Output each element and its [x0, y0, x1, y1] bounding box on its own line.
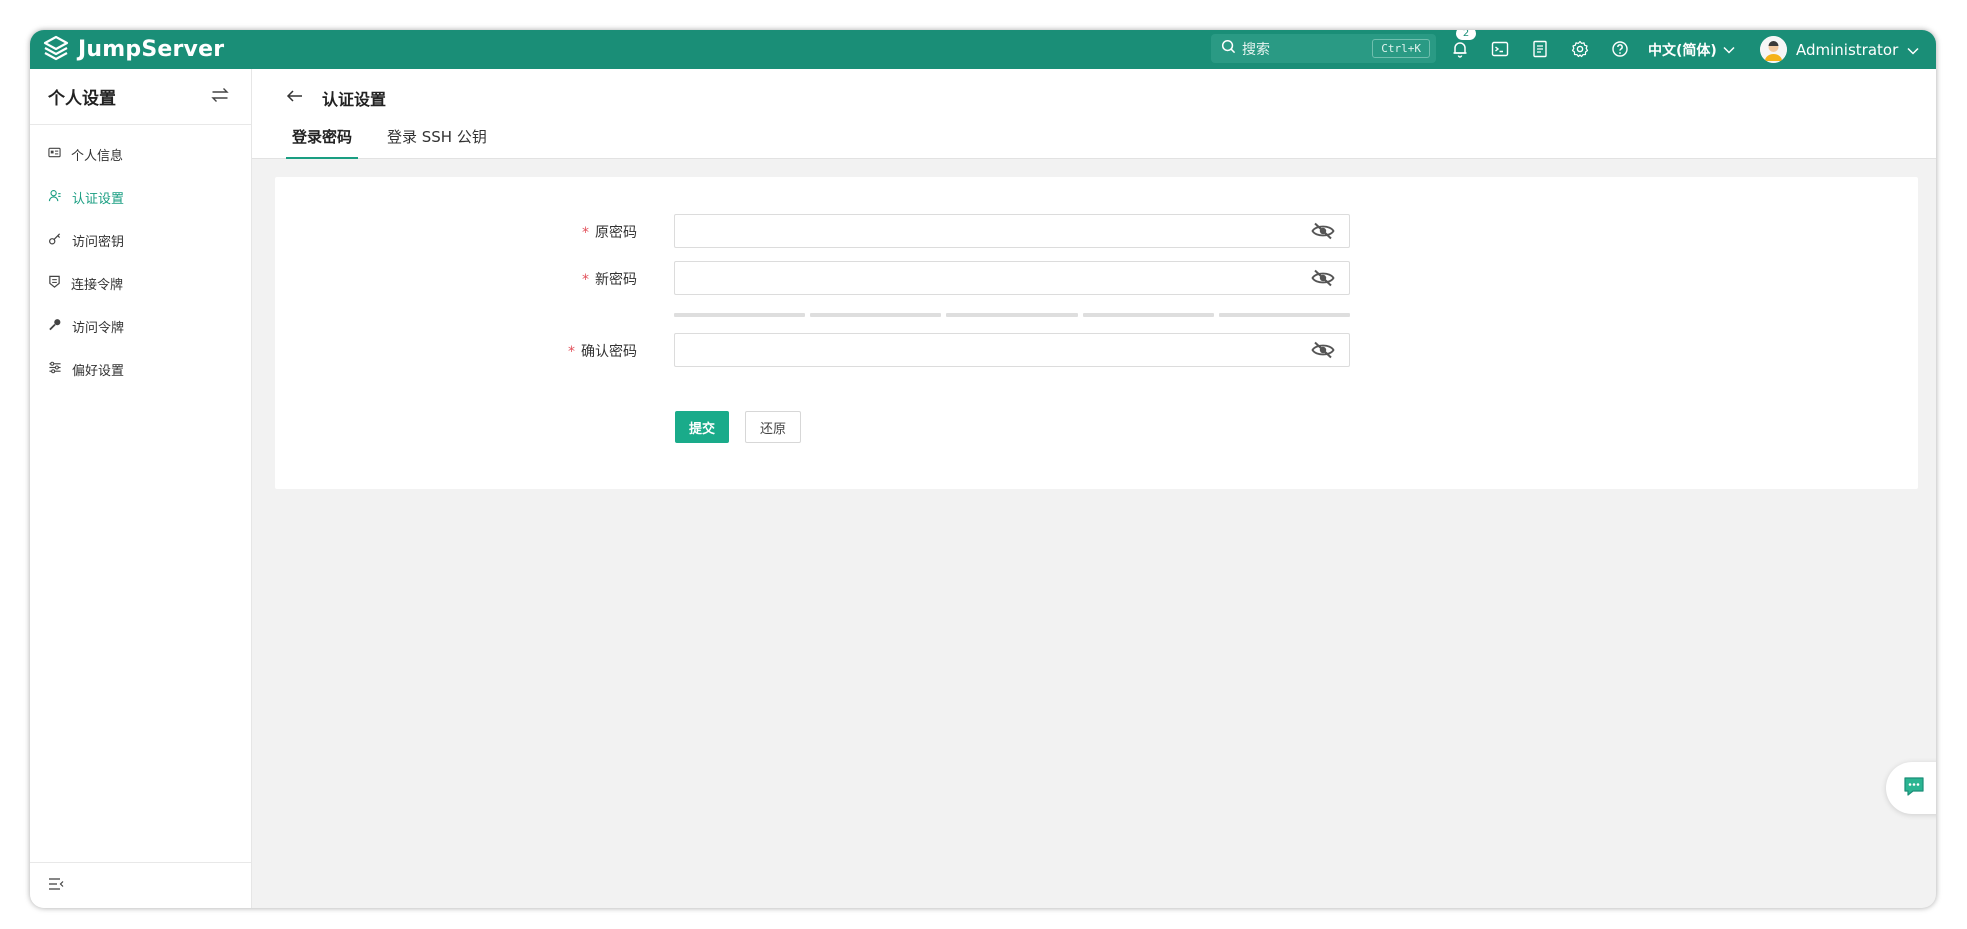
sliders-icon	[48, 361, 62, 378]
required-mark: *	[582, 225, 589, 241]
notification-badge: 2	[1456, 30, 1476, 40]
old-password-input[interactable]	[675, 215, 1295, 247]
help-icon[interactable]	[1610, 39, 1630, 59]
new-password-label: * 新密码	[517, 269, 637, 289]
confirm-password-input[interactable]	[675, 334, 1295, 366]
eye-slash-icon[interactable]	[1311, 341, 1335, 363]
sidebar-item-label: 访问密钥	[72, 235, 125, 250]
search-placeholder: 搜索	[1242, 41, 1270, 58]
required-mark: *	[582, 272, 589, 288]
user-auth-icon	[48, 189, 62, 206]
document-icon[interactable]	[1530, 39, 1550, 59]
tab-login-password[interactable]: 登录密码	[286, 126, 359, 159]
sidebar-item-label: 个人信息	[71, 149, 124, 164]
wrench-key-icon	[48, 318, 62, 335]
language-label: 中文(简体)	[1648, 42, 1717, 59]
avatar	[1760, 36, 1787, 63]
brand-name: JumpServer	[78, 37, 225, 62]
jumpserver-logo-icon	[42, 34, 70, 66]
chat-bubble-icon	[1902, 774, 1926, 802]
new-password-label-text: 新密码	[595, 272, 637, 288]
collapse-sidebar-icon[interactable]	[48, 876, 64, 895]
sidebar-footer	[30, 862, 251, 908]
chevron-down-icon	[1723, 42, 1735, 58]
sidebar-item-label: 认证设置	[72, 192, 125, 207]
chevron-down-icon	[1907, 41, 1919, 59]
sidebar-header: 个人设置	[30, 69, 251, 125]
password-strength-meter	[674, 313, 1351, 317]
brand-logo[interactable]: JumpServer	[42, 30, 224, 69]
submit-button[interactable]: 提交	[675, 411, 729, 443]
id-card-icon	[48, 146, 61, 163]
search-icon	[1221, 39, 1236, 58]
key-icon	[48, 232, 62, 249]
sidebar-item-access-tokens[interactable]: 访问令牌	[30, 305, 251, 348]
language-selector[interactable]: 中文(简体)	[1648, 30, 1735, 69]
user-menu[interactable]: Administrator	[1760, 30, 1919, 69]
user-name: Administrator	[1796, 40, 1899, 59]
page-title: 认证设置	[322, 90, 387, 109]
page-header: 认证设置 登录密码 登录 SSH 公钥	[252, 69, 1936, 159]
strength-segment	[674, 313, 806, 317]
sidebar-item-label: 连接令牌	[71, 278, 124, 293]
sidebar-title: 个人设置	[48, 89, 116, 109]
app-window: JumpServer 搜索 Ctrl+K 2 中文(简体) Administra…	[30, 30, 1936, 908]
old-password-field	[674, 214, 1350, 248]
gear-icon[interactable]	[1570, 39, 1590, 59]
old-password-label: * 原密码	[517, 222, 637, 242]
sidebar-item-connection-tokens[interactable]: 连接令牌	[30, 262, 251, 305]
sidebar-item-preferences[interactable]: 偏好设置	[30, 348, 251, 391]
strength-segment	[1218, 313, 1351, 317]
sidebar-menu: 个人信息 认证设置 访问密钥 连接令牌 访问令牌 偏好设置	[30, 125, 251, 391]
global-search[interactable]: 搜索 Ctrl+K	[1211, 34, 1436, 63]
new-password-input[interactable]	[675, 262, 1295, 294]
switch-view-icon[interactable]	[211, 87, 229, 107]
reset-button[interactable]: 还原	[745, 411, 801, 443]
strength-segment	[1082, 313, 1214, 317]
old-password-label-text: 原密码	[595, 225, 637, 241]
sidebar-item-label: 偏好设置	[72, 364, 125, 379]
terminal-icon[interactable]	[1490, 39, 1510, 59]
confirm-password-label-text: 确认密码	[581, 344, 637, 360]
sidebar-item-access-keys[interactable]: 访问密钥	[30, 219, 251, 262]
back-arrow-icon[interactable]	[286, 87, 304, 108]
chat-assistant-button[interactable]	[1886, 762, 1936, 814]
strength-segment	[810, 313, 942, 317]
confirm-password-field	[674, 333, 1350, 367]
eye-slash-icon[interactable]	[1311, 222, 1335, 244]
top-navbar: JumpServer 搜索 Ctrl+K 2 中文(简体) Administra…	[30, 30, 1936, 69]
strength-segment	[946, 313, 1078, 317]
notification-bell-icon[interactable]	[1450, 39, 1470, 59]
sidebar: 个人设置 个人信息 认证设置 访问密钥 连接令牌 访问令牌 偏好设置	[30, 69, 252, 908]
password-form-card: * 原密码 * 新密码 * 确认密码 提交 还原	[275, 177, 1918, 489]
confirm-password-label: * 确认密码	[517, 341, 637, 361]
required-mark: *	[568, 344, 575, 360]
new-password-field	[674, 261, 1350, 295]
sidebar-item-label: 访问令牌	[72, 321, 125, 336]
shield-token-icon	[48, 275, 61, 292]
sidebar-item-auth-settings[interactable]: 认证设置	[30, 176, 251, 219]
search-shortcut: Ctrl+K	[1372, 39, 1430, 58]
eye-slash-icon[interactable]	[1311, 269, 1335, 291]
tab-ssh-public-key[interactable]: 登录 SSH 公钥	[387, 126, 487, 159]
sidebar-item-profile[interactable]: 个人信息	[30, 133, 251, 176]
